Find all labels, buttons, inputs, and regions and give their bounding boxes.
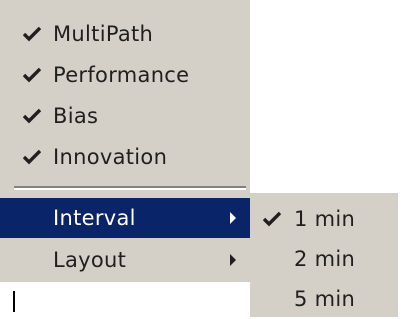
checkmark-icon <box>22 66 42 84</box>
menu-item-bias[interactable]: Bias <box>0 96 250 136</box>
menu-item-label: Innovation <box>53 145 168 169</box>
menu-item-innovation[interactable]: Innovation <box>0 137 250 177</box>
submenu-item-label: 1 min <box>294 207 356 231</box>
checkmark-icon <box>22 25 42 43</box>
submenu-item-1-min[interactable]: 1 min <box>250 199 398 239</box>
menu-item-label: MultiPath <box>53 22 154 46</box>
context-menu: MultiPath Performance Bias Innovation In… <box>0 0 250 282</box>
checkmark-icon <box>262 210 282 228</box>
submenu-arrow-icon <box>230 212 236 224</box>
menu-item-label: Interval <box>53 206 136 230</box>
menu-item-interval[interactable]: Interval <box>0 198 250 238</box>
checkmark-icon <box>22 148 42 166</box>
text-cursor <box>13 291 15 312</box>
checkmark-icon <box>22 107 42 125</box>
menu-item-multipath[interactable]: MultiPath <box>0 14 250 54</box>
menu-item-performance[interactable]: Performance <box>0 55 250 95</box>
interval-submenu: 1 min 2 min 5 min <box>250 193 398 317</box>
menu-item-label: Bias <box>53 104 99 128</box>
menu-item-label: Layout <box>53 248 127 272</box>
submenu-arrow-icon <box>230 254 236 266</box>
menu-separator <box>14 186 246 190</box>
submenu-item-2-min[interactable]: 2 min <box>250 239 398 279</box>
submenu-item-label: 5 min <box>294 287 356 311</box>
menu-item-layout[interactable]: Layout <box>0 240 250 280</box>
submenu-item-5-min[interactable]: 5 min <box>250 279 398 319</box>
submenu-item-label: 2 min <box>294 247 356 271</box>
menu-item-label: Performance <box>53 63 190 87</box>
